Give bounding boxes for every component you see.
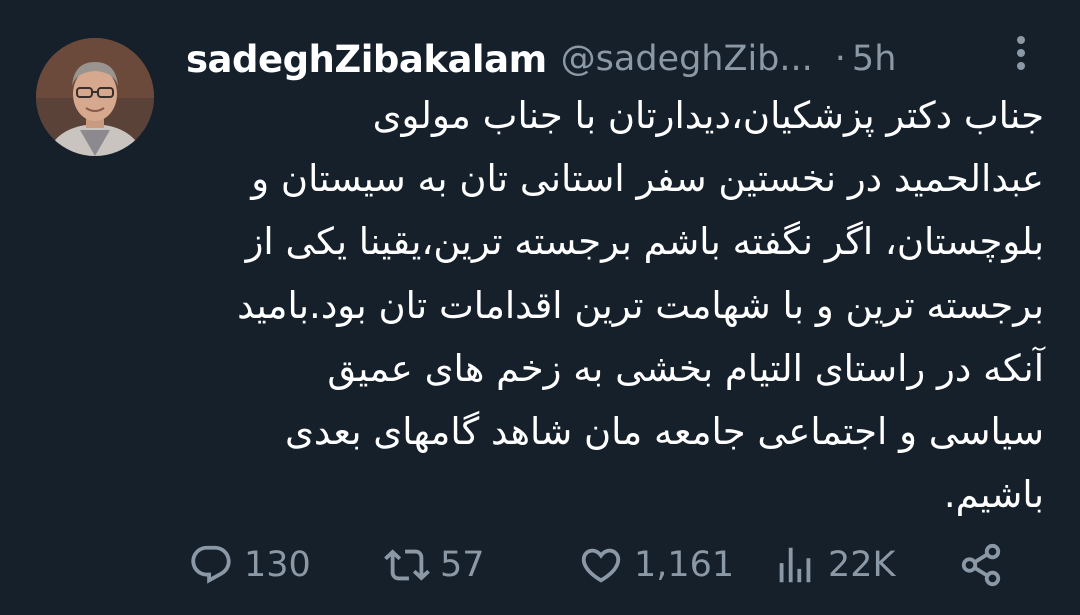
like-count: 1,161 [634, 545, 735, 585]
retweet-icon [384, 549, 430, 581]
views-icon [779, 547, 811, 583]
reply-button[interactable]: 130 [188, 535, 311, 595]
more-options-button[interactable] [1004, 32, 1038, 78]
heart-icon [581, 548, 621, 583]
share-icon [961, 543, 1001, 587]
tweet-header: sadeghZibakalam @sadeghZib... · 5h [186, 34, 986, 84]
share-button[interactable] [958, 535, 1004, 595]
reply-count: 130 [244, 545, 311, 585]
separator-dot: · [834, 39, 846, 79]
tweet-actions: 130 57 1,161 22K [188, 535, 1018, 595]
retweet-count: 57 [440, 545, 485, 585]
avatar-image [36, 38, 154, 156]
views-count: 22K [828, 545, 896, 585]
like-button[interactable]: 1,161 [578, 535, 734, 595]
avatar[interactable] [36, 38, 154, 156]
more-vertical-icon [1017, 36, 1025, 70]
tweet-card[interactable]: sadeghZibakalam @sadeghZib... · 5h جناب … [0, 0, 1080, 615]
retweet-button[interactable]: 57 [384, 535, 485, 595]
display-name[interactable]: sadeghZibakalam [186, 38, 547, 81]
tweet-text: جناب دکتر پزشکیان،دیدارتان با جناب مولوی… [237, 94, 1044, 517]
reply-icon [191, 545, 231, 584]
user-handle[interactable]: @sadeghZib... [561, 39, 813, 79]
views-button[interactable]: 22K [772, 535, 896, 595]
timestamp[interactable]: 5h [852, 39, 896, 79]
